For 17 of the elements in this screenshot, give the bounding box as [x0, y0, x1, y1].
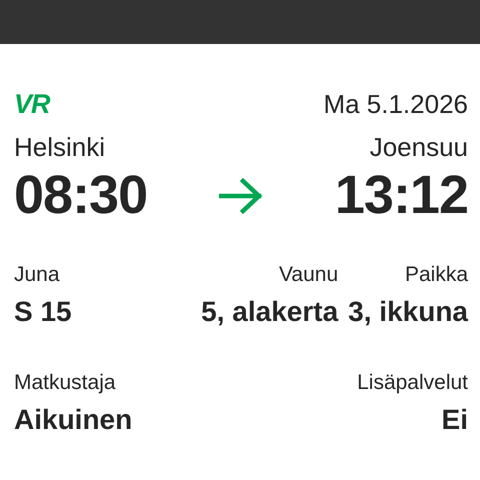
- field-value: S 15: [14, 295, 73, 329]
- arrow-icon: [219, 178, 263, 214]
- field-value: Aikuinen: [14, 403, 134, 437]
- arrival-time: 13:12: [334, 166, 468, 224]
- field-label: Vaunu: [278, 262, 338, 288]
- departure-time: 08:30: [14, 166, 148, 224]
- field-value: 3, ikkuna: [348, 295, 468, 329]
- field-label: Lisäpalvelut: [357, 370, 468, 396]
- field-label: Paikka: [404, 262, 468, 288]
- field-value: Ei: [442, 403, 468, 437]
- departure-city: Helsinki: [14, 131, 106, 164]
- field-label: Matkustaja: [14, 370, 117, 396]
- logo: VR: [14, 88, 50, 120]
- travel-date: Ma 5.1.2026: [323, 88, 468, 120]
- field-label: Juna: [14, 262, 61, 288]
- field-value: 5, alakerta: [201, 295, 338, 329]
- arrival-city: Joensuu: [370, 131, 468, 164]
